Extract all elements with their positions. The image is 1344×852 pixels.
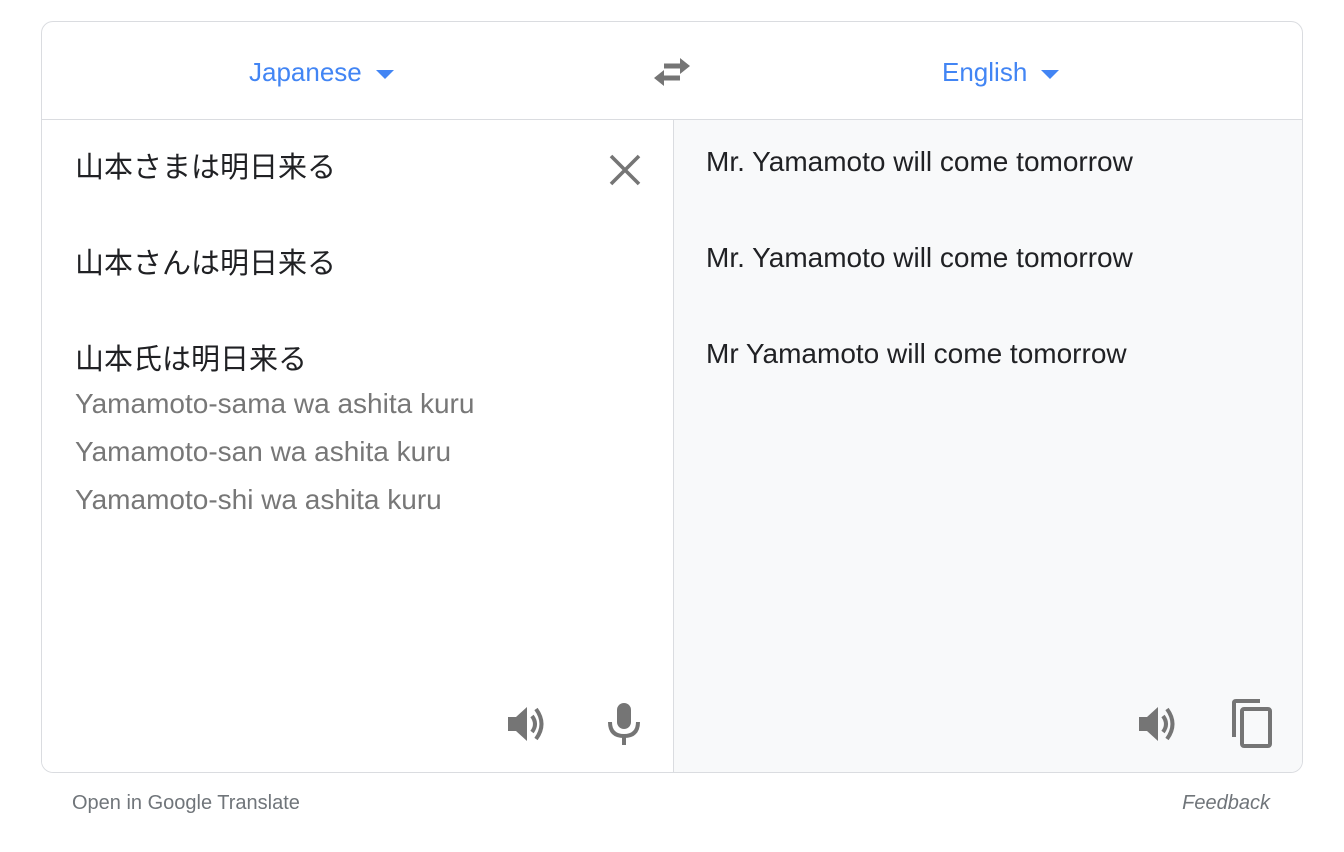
copy-translation-button[interactable]: [1228, 699, 1276, 748]
clear-text-button[interactable]: [601, 146, 649, 194]
translation-pane: Mr. Yamamoto will come tomorrow Mr. Yama…: [673, 120, 1302, 772]
swap-languages-button[interactable]: [650, 50, 694, 94]
caret-down-icon: [375, 69, 394, 79]
listen-translation-button[interactable]: [1135, 700, 1183, 748]
source-text-line[interactable]: 山本さんは明日来る: [75, 240, 336, 282]
microphone-icon: [608, 703, 640, 745]
open-in-google-translate-link[interactable]: Open in Google Translate: [72, 792, 300, 815]
source-text-line[interactable]: 山本さまは明日来る: [75, 144, 336, 186]
translation-text-line: Mr. Yamamoto will come tomorrow: [706, 242, 1133, 273]
transliteration-line: Yamamoto-sama wa ashita kuru: [75, 388, 475, 419]
source-language-label: Japanese: [249, 56, 362, 87]
source-text-line[interactable]: 山本氏は明日来る: [75, 336, 307, 378]
close-icon: [609, 154, 641, 186]
listen-source-button[interactable]: [504, 700, 552, 748]
translation-text-line: Mr. Yamamoto will come tomorrow: [706, 146, 1133, 177]
target-language-label: English: [942, 56, 1028, 87]
caret-down-icon: [1041, 69, 1060, 79]
translate-card: Japanese English 山本さまは明日来る 山本さんは明日来る 山本氏…: [41, 21, 1303, 773]
speaker-icon: [1139, 707, 1175, 741]
speaker-icon: [508, 707, 544, 741]
source-language-selector[interactable]: Japanese: [249, 56, 394, 88]
language-bar: Japanese English: [42, 22, 1302, 120]
translation-text-line: Mr Yamamoto will come tomorrow: [706, 338, 1127, 369]
transliteration-line: Yamamoto-san wa ashita kuru: [75, 436, 452, 467]
feedback-link[interactable]: Feedback: [1182, 792, 1270, 815]
target-language-selector[interactable]: English: [942, 56, 1060, 88]
source-pane[interactable]: 山本さまは明日来る 山本さんは明日来る 山本氏は明日来る Yamamoto-sa…: [42, 120, 673, 772]
swap-arrows-icon: [654, 58, 690, 86]
transliteration-line: Yamamoto-shi wa ashita kuru: [75, 484, 442, 515]
voice-input-button[interactable]: [600, 700, 648, 748]
copy-icon: [1232, 699, 1272, 748]
